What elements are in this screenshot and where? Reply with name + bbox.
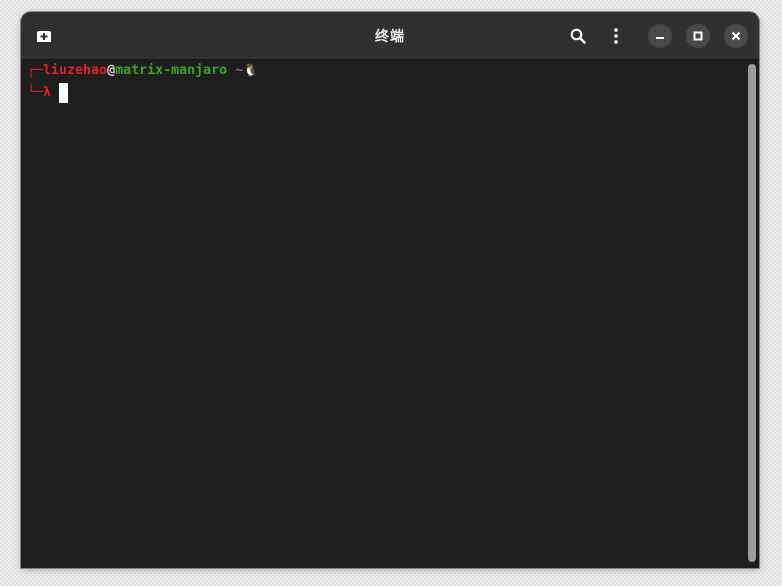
minimize-button[interactable]	[648, 24, 672, 48]
penguin-icon: 🐧	[243, 63, 259, 77]
minimize-icon	[656, 37, 664, 39]
prompt-lambda: λ	[43, 85, 60, 100]
prompt-username: liuzehao	[43, 63, 108, 78]
kebab-menu-icon	[614, 28, 618, 44]
prompt-line-2: └─λ	[27, 85, 59, 100]
scrollbar[interactable]	[748, 64, 756, 562]
prompt-line-1: ┌─liuzehao@matrix-manjaro ~🐧	[27, 63, 258, 78]
prompt-box-top: ┌─	[27, 63, 44, 78]
maximize-icon	[693, 31, 703, 41]
search-button[interactable]	[567, 26, 589, 46]
close-button[interactable]	[724, 24, 748, 48]
terminal-area[interactable]: ┌─liuzehao@matrix-manjaro ~🐧 └─λ	[21, 60, 743, 568]
close-icon	[731, 31, 741, 41]
prompt-at-sign: @	[107, 63, 116, 78]
prompt-cwd: ~	[227, 63, 244, 78]
text-cursor	[59, 83, 68, 103]
prompt-hostname: matrix-manjaro	[115, 63, 228, 78]
maximize-button[interactable]	[686, 24, 710, 48]
scrollbar-thumb[interactable]	[748, 64, 756, 562]
search-icon	[570, 28, 586, 44]
menu-button[interactable]	[609, 26, 623, 46]
terminal-window: 终端 ┌─liuzehao@matrix-manjaro ~🐧 └─λ	[21, 12, 759, 568]
prompt-box-bottom: └─	[27, 85, 44, 100]
headerbar: 终端	[21, 12, 759, 60]
